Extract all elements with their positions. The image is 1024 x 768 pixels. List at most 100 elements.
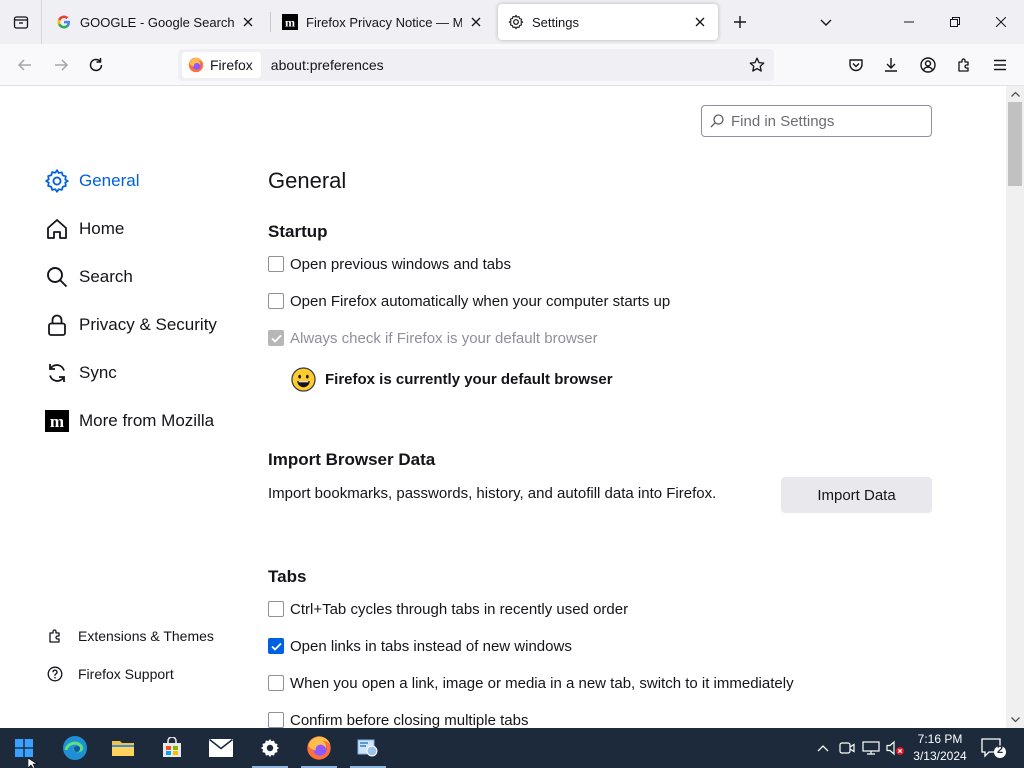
- close-icon[interactable]: [692, 14, 708, 30]
- taskbar-settings[interactable]: [246, 728, 294, 768]
- mozilla-icon: m: [282, 14, 298, 30]
- reload-button[interactable]: [81, 50, 111, 80]
- taskbar-file-explorer[interactable]: [99, 728, 147, 768]
- close-window-button[interactable]: [978, 0, 1024, 44]
- pocket-icon: [849, 59, 863, 72]
- chevron-down-icon: [820, 19, 832, 26]
- option-label: Open links in tabs instead of new window…: [290, 637, 572, 655]
- taskbar-control-panel[interactable]: [344, 728, 392, 768]
- clock-time: 7:16 PM: [917, 732, 963, 746]
- checkbox[interactable]: [268, 330, 284, 346]
- restore-button[interactable]: [932, 0, 978, 44]
- close-icon[interactable]: [240, 14, 256, 30]
- help-icon: [46, 665, 64, 683]
- pocket-button[interactable]: [841, 50, 871, 80]
- settings-search-field[interactable]: [701, 105, 932, 137]
- windows-taskbar: 7:16 PM 3/13/2024 2: [0, 728, 1024, 768]
- restore-icon: [950, 17, 960, 27]
- hamburger-menu-icon: [994, 59, 1006, 71]
- taskbar-edge[interactable]: [51, 728, 99, 768]
- mail-icon: [209, 739, 233, 757]
- star-icon: [749, 57, 765, 72]
- option-label: Open previous windows and tabs: [290, 255, 511, 273]
- volume-tray-icon[interactable]: [885, 738, 905, 758]
- search-input[interactable]: [731, 112, 921, 130]
- tab-separator: [270, 12, 271, 32]
- checkbox[interactable]: [268, 256, 284, 272]
- svg-text:m: m: [50, 412, 64, 431]
- category-label: Sync: [79, 363, 117, 382]
- category-label: Search: [79, 267, 133, 286]
- url-bar[interactable]: Firefox about:preferences: [178, 49, 774, 81]
- extensions-themes-link[interactable]: Extensions & Themes: [46, 625, 214, 647]
- default-browser-status: Firefox is currently your default browse…: [291, 366, 613, 392]
- firefox-view-button[interactable]: [0, 0, 42, 44]
- category-general[interactable]: General: [44, 164, 139, 198]
- scrollbar-thumb[interactable]: [1008, 102, 1022, 186]
- bookmark-star-button[interactable]: [742, 50, 772, 80]
- list-all-tabs-button[interactable]: [812, 8, 840, 36]
- taskbar-store[interactable]: [148, 728, 196, 768]
- account-button[interactable]: [913, 50, 943, 80]
- page-scrollbar[interactable]: [1006, 86, 1024, 728]
- category-label: Privacy & Security: [79, 315, 217, 334]
- category-privacy-security[interactable]: Privacy & Security: [44, 308, 217, 342]
- new-tab-button[interactable]: [726, 8, 754, 36]
- section-heading-import: Import Browser Data: [268, 450, 436, 469]
- option-switch-to-new-tab[interactable]: When you open a link, image or media in …: [268, 672, 794, 694]
- checkbox[interactable]: [268, 638, 284, 654]
- scroll-down-arrow-icon[interactable]: [1006, 712, 1024, 728]
- option-open-previous-windows[interactable]: Open previous windows and tabs: [268, 253, 511, 275]
- category-more-from-mozilla[interactable]: m More from Mozilla: [44, 404, 214, 438]
- forward-button[interactable]: [46, 50, 76, 80]
- checkbox[interactable]: [268, 675, 284, 691]
- option-open-links-in-tabs[interactable]: Open links in tabs instead of new window…: [268, 635, 572, 657]
- search-icon: [710, 114, 724, 128]
- network-tray-icon[interactable]: [861, 738, 881, 758]
- gear-icon: [508, 14, 524, 30]
- control-panel-icon: [357, 739, 378, 757]
- google-icon: [56, 14, 72, 30]
- close-icon[interactable]: [468, 14, 484, 30]
- firefox-view-icon: [13, 16, 28, 29]
- back-button[interactable]: [10, 50, 40, 80]
- scroll-up-arrow-icon[interactable]: [1006, 86, 1024, 102]
- firefox-support-link[interactable]: Firefox Support: [46, 663, 174, 685]
- import-data-button[interactable]: Import Data: [781, 477, 932, 513]
- meet-now-tray-icon[interactable]: [837, 738, 857, 758]
- tab-privacy-notice[interactable]: m Firefox Privacy Notice — Mozilla: [272, 4, 494, 40]
- option-open-automatically[interactable]: Open Firefox automatically when your com…: [268, 290, 670, 312]
- plus-icon: [734, 16, 746, 28]
- taskbar-firefox[interactable]: [295, 728, 343, 768]
- checkbox[interactable]: [268, 601, 284, 617]
- option-always-check-default[interactable]: Always check if Firefox is your default …: [268, 327, 598, 349]
- forward-arrow-icon: [55, 59, 69, 71]
- volume-muted-icon: [886, 740, 904, 756]
- start-button[interactable]: [0, 728, 48, 768]
- show-hidden-icons-button[interactable]: [813, 738, 833, 758]
- taskbar-clock[interactable]: 7:16 PM 3/13/2024: [912, 731, 968, 765]
- category-sync[interactable]: Sync: [44, 356, 117, 390]
- tab-google[interactable]: GOOGLE - Google Search: [46, 4, 266, 40]
- identity-label: Firefox: [210, 57, 253, 73]
- taskbar-mail[interactable]: [197, 728, 245, 768]
- category-home[interactable]: Home: [44, 212, 124, 246]
- checkbox[interactable]: [268, 712, 284, 728]
- settings-page: General Home Search Privacy & Security S…: [0, 86, 1006, 728]
- extensions-button[interactable]: [949, 50, 979, 80]
- identity-box[interactable]: Firefox: [182, 52, 261, 78]
- category-search[interactable]: Search: [44, 260, 133, 294]
- option-confirm-close-tabs[interactable]: Confirm before closing multiple tabs: [268, 709, 528, 728]
- tab-settings[interactable]: Settings: [498, 4, 718, 40]
- url-text[interactable]: about:preferences: [271, 57, 742, 73]
- back-arrow-icon: [17, 59, 31, 71]
- page-title: General: [268, 168, 347, 193]
- app-menu-button[interactable]: [985, 50, 1015, 80]
- gear-icon: [260, 738, 280, 758]
- downloads-button[interactable]: [876, 50, 906, 80]
- option-ctrl-tab-cycles[interactable]: Ctrl+Tab cycles through tabs in recently…: [268, 598, 628, 620]
- action-center-button[interactable]: 2: [980, 737, 1008, 759]
- minimize-button[interactable]: [886, 0, 932, 44]
- checkbox[interactable]: [268, 293, 284, 309]
- option-label: Always check if Firefox is your default …: [290, 329, 598, 347]
